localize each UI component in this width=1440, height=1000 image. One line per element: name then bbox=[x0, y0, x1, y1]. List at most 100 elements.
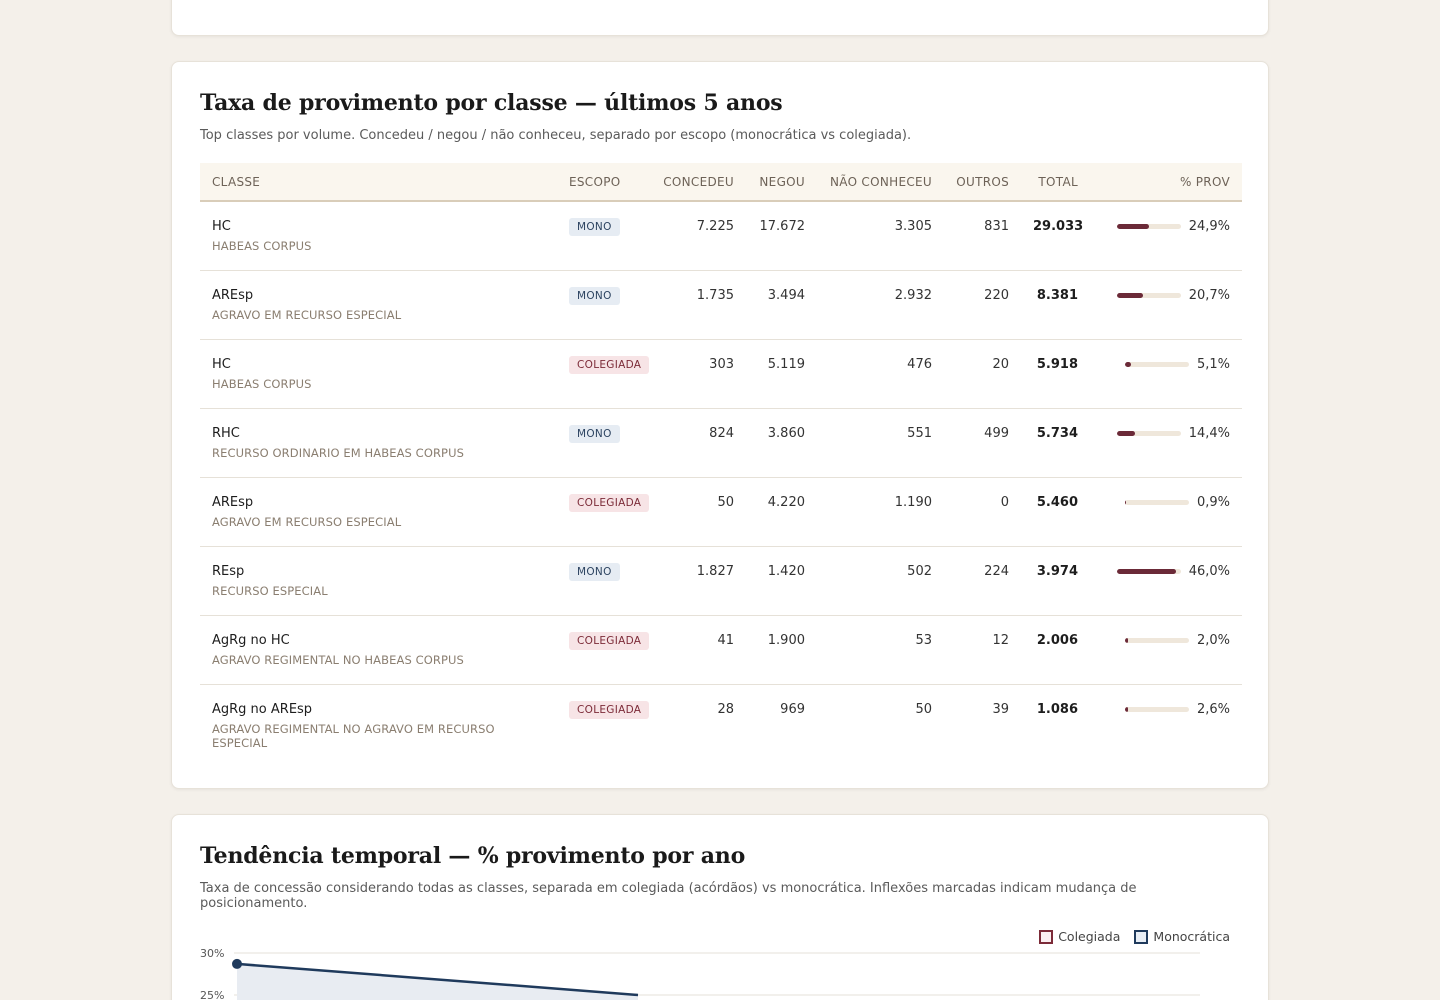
prov-bar bbox=[1116, 568, 1181, 574]
cell-total: 1.086 bbox=[1036, 701, 1078, 717]
class-name: AGRAVO EM RECURSO ESPECIAL bbox=[212, 307, 402, 322]
class-code: AgRg no AREsp bbox=[212, 701, 313, 717]
header-total[interactable]: TOTAL bbox=[1021, 163, 1090, 202]
cell-negou: 5.119 bbox=[746, 339, 817, 409]
cell-outros: 20 bbox=[944, 339, 1021, 409]
cell-total: 8.381 bbox=[1021, 270, 1090, 340]
scope-badge: MONO bbox=[569, 286, 620, 305]
table-row[interactable]: REsp RECURSO ESPECIAL MONO 1.827 1.420 502 224… bbox=[200, 546, 1242, 616]
provimento-table: CLASSE ESCOPO CONCEDEU NEGOU NÃO CONHECE… bbox=[200, 163, 1242, 753]
trend-chart: 30% 25% bbox=[200, 947, 1200, 1000]
cell-negou: 3.860 bbox=[746, 408, 817, 478]
header-escopo[interactable]: ESCOPO bbox=[557, 163, 647, 202]
cell-nao-conheceu: 3.305 bbox=[817, 201, 944, 271]
prov-bar-fill bbox=[1124, 499, 1127, 505]
cell-outros: 220 bbox=[944, 270, 1021, 340]
prov-value: 24,9% bbox=[1188, 219, 1230, 234]
prov-bar-fill bbox=[1116, 430, 1136, 436]
header-classe[interactable]: CLASSE bbox=[200, 163, 557, 202]
table-row[interactable]: HC HABEAS CORPUS MONO 7.225 17.672 3.305 831 29… bbox=[200, 201, 1242, 271]
legend-item-monocratica[interactable]: Monocrática bbox=[1134, 929, 1230, 944]
class-name: RECURSO ESPECIAL bbox=[212, 583, 328, 598]
section-subtitle: Top classes por volume. Concedeu / negou… bbox=[200, 128, 912, 143]
cell-nao-conheceu: 2.932 bbox=[817, 270, 944, 340]
trend-subtitle: Taxa de concessão considerando todas as … bbox=[200, 881, 1137, 911]
cell-total: 5.918 bbox=[1021, 339, 1090, 409]
cell-negou: 1.420 bbox=[746, 546, 817, 616]
scope-badge: MONO bbox=[569, 424, 620, 443]
prov-bar bbox=[1116, 292, 1181, 298]
header-concedeu[interactable]: CONCEDEU bbox=[647, 163, 746, 202]
class-code: HC bbox=[212, 219, 231, 234]
cell-total: 5.734 bbox=[1021, 408, 1090, 478]
cell-negou: 969 bbox=[780, 701, 805, 717]
prov-bar bbox=[1116, 430, 1181, 436]
prov-bar bbox=[1124, 637, 1189, 643]
prov-bar-fill bbox=[1116, 292, 1144, 298]
prov-bar bbox=[1124, 361, 1189, 367]
cell-outros: 39 bbox=[992, 701, 1009, 717]
y-tick-label: 30% bbox=[200, 947, 224, 960]
cell-concedeu: 41 bbox=[647, 615, 746, 685]
prov-bar-fill bbox=[1116, 224, 1149, 229]
prov-cell: 20,7% bbox=[1102, 288, 1230, 303]
class-code: HC bbox=[212, 356, 231, 372]
prov-cell: 2,6% bbox=[1102, 702, 1230, 717]
cell-negou: 4.220 bbox=[746, 477, 817, 547]
cell-nao-conheceu: 53 bbox=[817, 615, 944, 685]
tendencia-temporal-card: Tendência temporal — % provimento por an… bbox=[171, 814, 1269, 1000]
scope-badge: MONO bbox=[569, 218, 620, 236]
prov-bar-fill bbox=[1124, 706, 1129, 712]
table-row[interactable]: AgRg no HC AGRAVO REGIMENTAL NO HABEAS CO… bbox=[200, 615, 1242, 685]
cell-total: 5.460 bbox=[1021, 477, 1090, 547]
prov-value: 2,6% bbox=[1196, 701, 1230, 717]
prov-bar-fill bbox=[1116, 568, 1176, 574]
y-tick-label: 25% bbox=[200, 989, 224, 1000]
table-row[interactable]: AREsp AGRAVO EM RECURSO ESPECIAL MONO 1.735… bbox=[200, 270, 1242, 340]
prov-cell: 14,4% bbox=[1102, 426, 1230, 441]
table-row[interactable]: AgRg no AREsp AGRAVO REGIMENTAL NO AGRAVO… bbox=[200, 684, 1242, 753]
data-point-monocratica bbox=[232, 958, 242, 969]
class-name: AGRAVO EM RECURSO ESPECIAL bbox=[212, 514, 402, 529]
cell-concedeu: 1.735 bbox=[647, 270, 746, 340]
prov-bar bbox=[1116, 224, 1181, 229]
class-name: AGRAVO REGIMENTAL NO AGRAVO EM RECURSO E… bbox=[212, 721, 495, 750]
header-outros[interactable]: OUTROS bbox=[944, 163, 1021, 202]
scope-badge: COLEGIADA bbox=[569, 700, 650, 719]
cell-outros: 12 bbox=[944, 615, 1021, 685]
cell-negou: 3.494 bbox=[746, 270, 817, 340]
cell-outros: 224 bbox=[944, 546, 1021, 616]
cell-negou: 1.900 bbox=[746, 615, 817, 685]
class-code: AREsp bbox=[212, 287, 254, 303]
header-nao-conheceu[interactable]: NÃO CONHECEU bbox=[817, 163, 944, 202]
cell-concedeu: 50 bbox=[647, 477, 746, 547]
cell-concedeu: 28 bbox=[717, 701, 734, 717]
class-name: AGRAVO REGIMENTAL NO HABEAS CORPUS bbox=[212, 652, 464, 667]
prov-cell: 0,9% bbox=[1102, 495, 1230, 510]
legend-label-colegiada: Colegiada bbox=[1058, 929, 1121, 944]
cell-concedeu: 824 bbox=[647, 408, 746, 478]
prov-value: 5,1% bbox=[1196, 356, 1230, 372]
table-row[interactable]: AREsp AGRAVO EM RECURSO ESPECIAL COLEGIADA… bbox=[200, 477, 1242, 547]
scope-badge: COLEGIADA bbox=[569, 631, 650, 650]
class-name: RECURSO ORDINARIO EM HABEAS CORPUS bbox=[212, 445, 465, 460]
chart-legend: Colegiada Monocrática bbox=[1039, 929, 1230, 944]
header-negou[interactable]: NEGOU bbox=[746, 163, 817, 202]
scope-badge: MONO bbox=[569, 562, 620, 581]
table-header-row: CLASSE ESCOPO CONCEDEU NEGOU NÃO CONHECE… bbox=[200, 163, 1242, 202]
header-prov[interactable]: % PROV bbox=[1090, 163, 1242, 202]
prov-value: 20,7% bbox=[1188, 287, 1230, 303]
prov-bar bbox=[1124, 499, 1189, 505]
prov-value: 14,4% bbox=[1188, 425, 1230, 441]
prov-cell: 24,9% bbox=[1102, 219, 1230, 234]
previous-card bbox=[171, 0, 1269, 36]
prov-value: 46,0% bbox=[1188, 563, 1230, 579]
prov-cell: 46,0% bbox=[1102, 564, 1230, 579]
cell-concedeu: 7.225 bbox=[647, 201, 746, 271]
table-row[interactable]: RHC RECURSO ORDINARIO EM HABEAS CORPUS MON… bbox=[200, 408, 1242, 478]
legend-item-colegiada[interactable]: Colegiada bbox=[1039, 929, 1120, 944]
table-row[interactable]: HC HABEAS CORPUS COLEGIADA 303 5.119 476 20 5.9… bbox=[200, 339, 1242, 409]
cell-total: 2.006 bbox=[1021, 615, 1090, 685]
cell-outros: 0 bbox=[944, 477, 1021, 547]
prov-cell: 2,0% bbox=[1102, 633, 1230, 648]
